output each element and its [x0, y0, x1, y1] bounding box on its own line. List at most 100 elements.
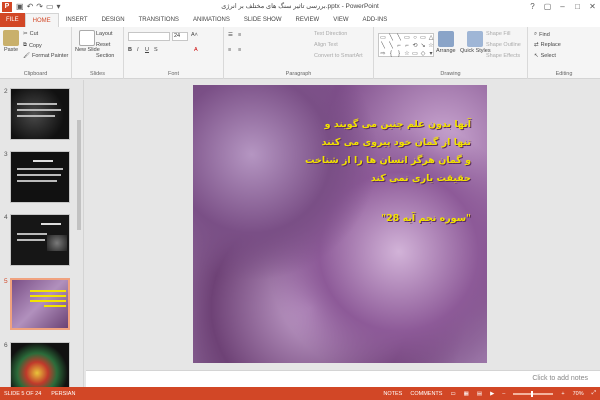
binoculars-icon: ⌕	[534, 31, 538, 37]
customize-toolbar-icon[interactable]: ▾	[57, 2, 61, 11]
shape-fill-label: Shape Fill	[486, 31, 511, 37]
slide-text-line[interactable]: تنها از گمان خود پیروی می کنند	[193, 137, 487, 148]
copy-button[interactable]: ⧉ Copy	[23, 42, 42, 49]
layout-label: Layout	[96, 31, 113, 37]
status-bar: SLIDE 5 OF 24 PERSIAN NOTES COMMENTS ▭ ▦…	[0, 387, 600, 400]
reading-view-icon[interactable]: ▤	[477, 391, 482, 397]
tab-file[interactable]: FILE	[0, 13, 25, 27]
normal-view-icon[interactable]: ▭	[450, 391, 455, 397]
thumbnail-scrollbar[interactable]	[76, 80, 82, 387]
maximize-icon[interactable]: □	[570, 0, 585, 13]
numbering-icon[interactable]: ≡	[238, 32, 241, 38]
shadow-icon[interactable]: S	[154, 47, 158, 53]
shape-effects-button[interactable]: Shape Effects	[486, 53, 520, 59]
tab-view[interactable]: VIEW	[326, 13, 355, 27]
fit-slide-icon[interactable]: ⤢	[592, 390, 596, 397]
align-text-button[interactable]: Align Text	[314, 42, 338, 48]
start-presentation-icon[interactable]: ▭	[46, 2, 54, 11]
close-icon[interactable]: ✕	[585, 0, 600, 13]
quick-access-toolbar: ▣ ↶ ↷ ▭ ▾	[16, 2, 61, 11]
paragraph-group: ☰ ≡ ≡ ≡ Text Direction Align Text Conver…	[224, 27, 374, 79]
tab-insert[interactable]: INSERT	[59, 13, 95, 27]
window-controls: ? ▢ – □ ✕	[525, 0, 600, 13]
find-button[interactable]: ⌕ Find	[534, 31, 550, 38]
italic-icon[interactable]: I	[137, 47, 139, 53]
current-slide[interactable]: آنها بدون علم چنین می گویند و تنها از گم…	[193, 85, 487, 363]
slide-thumbnail[interactable]	[10, 151, 70, 203]
save-icon[interactable]: ▣	[16, 2, 24, 11]
bold-icon[interactable]: B	[128, 47, 132, 53]
tab-slide-show[interactable]: SLIDE SHOW	[237, 13, 289, 27]
slide-text-line[interactable]: و گمان هرگز انسان ها را از شناخت	[193, 155, 487, 166]
select-button[interactable]: ↖ Select	[534, 53, 556, 59]
font-name-dropdown[interactable]	[128, 32, 170, 41]
slide-counter: SLIDE 5 OF 24	[4, 390, 42, 397]
layout-button[interactable]: Layout	[96, 31, 113, 37]
paste-button[interactable]: Paste	[3, 30, 19, 53]
bullets-icon[interactable]: ☰	[228, 32, 233, 38]
reset-button[interactable]: Reset	[96, 42, 110, 48]
shapes-gallery[interactable]: ▭ ╲ ╲ ▭ ○ ▭ △ ╲ ╲ ⌐ ⌐ ⟲ ↘ ☆ ⇨{} ☆ ▭ ◇ ▾	[378, 33, 434, 57]
underline-icon[interactable]: U	[145, 47, 149, 53]
notes-pane[interactable]: Click to add notes	[86, 370, 600, 387]
zoom-in-icon[interactable]: +	[561, 391, 564, 397]
slide-thumbnail[interactable]	[10, 342, 70, 387]
zoom-out-icon[interactable]: –	[502, 391, 505, 397]
font-size-dropdown[interactable]: 24	[172, 32, 188, 41]
clipboard-group: Paste ✂ Cut ⧉ Copy 🖌 Format Painter Clip…	[0, 27, 72, 79]
align-center-icon[interactable]: ≡	[238, 47, 241, 53]
quick-styles-icon	[467, 31, 484, 47]
align-left-icon[interactable]: ≡	[228, 47, 231, 53]
slide-text-line[interactable]: حقیقت یاری نمی کند	[193, 173, 487, 184]
slide-thumbnail-active[interactable]	[10, 278, 70, 330]
arrange-button[interactable]: Arrange	[436, 31, 456, 54]
paragraph-group-label: Paragraph	[285, 71, 312, 77]
section-button[interactable]: Section	[96, 53, 114, 59]
thumbnail-number: 3	[4, 151, 8, 158]
format-painter-button[interactable]: 🖌 Format Painter	[23, 53, 68, 59]
redo-icon[interactable]: ↷	[36, 2, 43, 11]
thumb-text-line	[17, 109, 61, 111]
font-grow-icon[interactable]: A˄	[191, 32, 198, 38]
shape-outline-button[interactable]: Shape Outline	[486, 42, 521, 48]
slides-group-label: Slides	[90, 71, 105, 77]
tab-transitions[interactable]: TRANSITIONS	[132, 13, 186, 27]
tab-add-ins[interactable]: ADD-INS	[356, 13, 395, 27]
tab-home[interactable]: HOME	[24, 13, 59, 27]
minimize-icon[interactable]: –	[555, 0, 570, 13]
cut-button[interactable]: ✂ Cut	[23, 31, 38, 37]
comments-button[interactable]: COMMENTS	[410, 391, 442, 397]
slideshow-view-icon[interactable]: ▶	[490, 391, 494, 397]
replace-button[interactable]: ⇄ Replace	[534, 42, 561, 48]
ribbon-display-icon[interactable]: ▢	[540, 0, 555, 13]
zoom-level[interactable]: 70%	[573, 391, 584, 397]
thumb-text-line	[17, 239, 45, 241]
thumb-text-line	[44, 305, 66, 307]
reset-label: Reset	[96, 42, 111, 48]
thumb-text-line	[17, 103, 57, 105]
slide-thumbnail[interactable]	[10, 88, 70, 140]
slide-text-line[interactable]: آنها بدون علم چنین می گویند و	[193, 119, 487, 130]
tab-design[interactable]: DESIGN	[95, 13, 132, 27]
language-indicator[interactable]: PERSIAN	[51, 391, 75, 397]
undo-icon[interactable]: ↶	[27, 2, 34, 11]
thumb-image	[47, 235, 67, 251]
select-label: Select	[540, 53, 556, 59]
tab-review[interactable]: REVIEW	[289, 13, 327, 27]
scrollbar-thumb[interactable]	[77, 120, 81, 230]
slide-text-line[interactable]: "سوره نجم آیه 28"	[193, 213, 487, 224]
shape-fill-button[interactable]: Shape Fill	[486, 31, 510, 37]
font-group-label: Font	[167, 71, 179, 77]
tab-animations[interactable]: ANIMATIONS	[186, 13, 237, 27]
slide-thumbnail[interactable]	[10, 214, 70, 266]
convert-smartart-button[interactable]: Convert to SmartArt	[314, 53, 363, 59]
editing-group: ⌕ Find ⇄ Replace ↖ Select Editing	[528, 27, 600, 79]
font-color-icon[interactable]: A	[194, 47, 198, 53]
text-direction-button[interactable]: Text Direction	[314, 31, 347, 37]
notes-button[interactable]: NOTES	[383, 391, 402, 397]
thumb-text-line	[30, 290, 66, 292]
slide-sorter-icon[interactable]: ▦	[464, 391, 469, 397]
align-text-label: Align Text	[314, 42, 338, 48]
zoom-slider[interactable]	[513, 390, 554, 397]
help-icon[interactable]: ?	[525, 0, 540, 13]
